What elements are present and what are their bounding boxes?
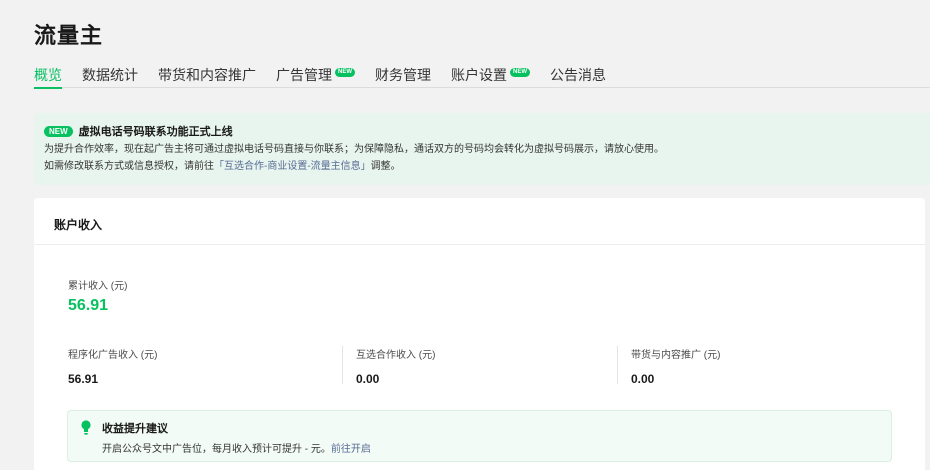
notice-title: 虚拟电话号码联系功能正式上线 [78,126,233,138]
notice-text-2: 如需修改联系方式或信息授权，请前往「互选合作-商业设置-流量主信息」调整。 [44,161,930,173]
notice-title-row: NEW 虚拟电话号码联系功能正式上线 [44,124,930,138]
revenue-tip-box: 收益提升建议 开启公众号文中广告位，每月收入预计可提升 - 元。前往开启 [67,410,892,462]
notice-banner: NEW 虚拟电话号码联系功能正式上线 为提升合作效率，现在起广告主将可通过虚拟电… [34,113,930,185]
notice-text-prefix: 如需修改联系方式或信息授权，请前往 [44,161,214,172]
tab-label: 数据统计 [82,67,138,83]
metric-commerce-promotion: 带货与内容推广 (元) 0.00 [631,346,720,386]
lightbulb-icon [81,420,91,435]
metric-value: 56.91 [68,372,99,386]
tab-label: 概览 [34,67,62,83]
tip-text-body: 开启公众号文中广告位，每月收入预计可提升 - 元。 [102,444,331,455]
metric-mutual-selection: 互选合作收入 (元) 0.00 [356,346,435,386]
notice-text-suffix: 调整。 [370,161,401,172]
new-badge: NEW [335,68,355,77]
tip-text: 开启公众号文中广告位，每月收入预计可提升 - 元。前往开启 [102,440,371,455]
card-title: 账户收入 [34,198,925,245]
tab-overview[interactable]: 概览 [34,62,62,89]
new-badge: NEW [44,125,73,137]
new-badge: NEW [510,68,530,77]
tip-title: 收益提升建议 [102,423,168,435]
income-card: 账户收入 累计收入 (元) 56.91 程序化广告收入 (元) 56.91 互选… [34,198,925,470]
notice-text: 为提升合作效率，现在起广告主将可通过虚拟电话号码直接与你联系；为保障隐私，通话双… [44,144,664,155]
metric-label: 带货与内容推广 (元) [631,350,721,361]
divider [342,346,343,384]
tab-announcements[interactable]: 公告消息 [550,62,606,88]
tab-label: 广告管理 [276,67,332,83]
metric-label: 程序化广告收入 (元) [68,350,158,361]
tab-account-settings[interactable]: 账户设置 NEW [451,62,530,88]
tab-data-statistics[interactable]: 数据统计 [82,62,138,88]
tab-label: 账户设置 [451,67,507,83]
tab-ad-management[interactable]: 广告管理 NEW [276,62,355,88]
settings-link[interactable]: 「互选合作-商业设置-流量主信息」 [214,161,371,172]
metric-label: 互选合作收入 (元) [356,350,436,361]
divider [617,346,618,384]
metric-value: 0.00 [356,372,380,386]
metric-programmatic-ads: 程序化广告收入 (元) 56.91 [68,346,157,386]
tab-commerce-promotion[interactable]: 带货和内容推广 [158,62,256,88]
page-title: 流量主 [34,23,104,48]
metric-value: 0.00 [631,372,655,386]
tab-label: 公告消息 [550,67,606,83]
tab-finance[interactable]: 财务管理 [375,62,431,88]
total-income-value: 56.91 [68,297,109,314]
enable-ad-link[interactable]: 前往开启 [331,444,371,455]
nav-tabs: 概览 数据统计 带货和内容推广 广告管理 NEW 财务管理 账户设置 NEW 公… [34,62,930,89]
tab-label: 带货和内容推广 [158,67,256,83]
total-income-label: 累计收入 (元) [68,281,128,292]
tab-label: 财务管理 [375,67,431,83]
